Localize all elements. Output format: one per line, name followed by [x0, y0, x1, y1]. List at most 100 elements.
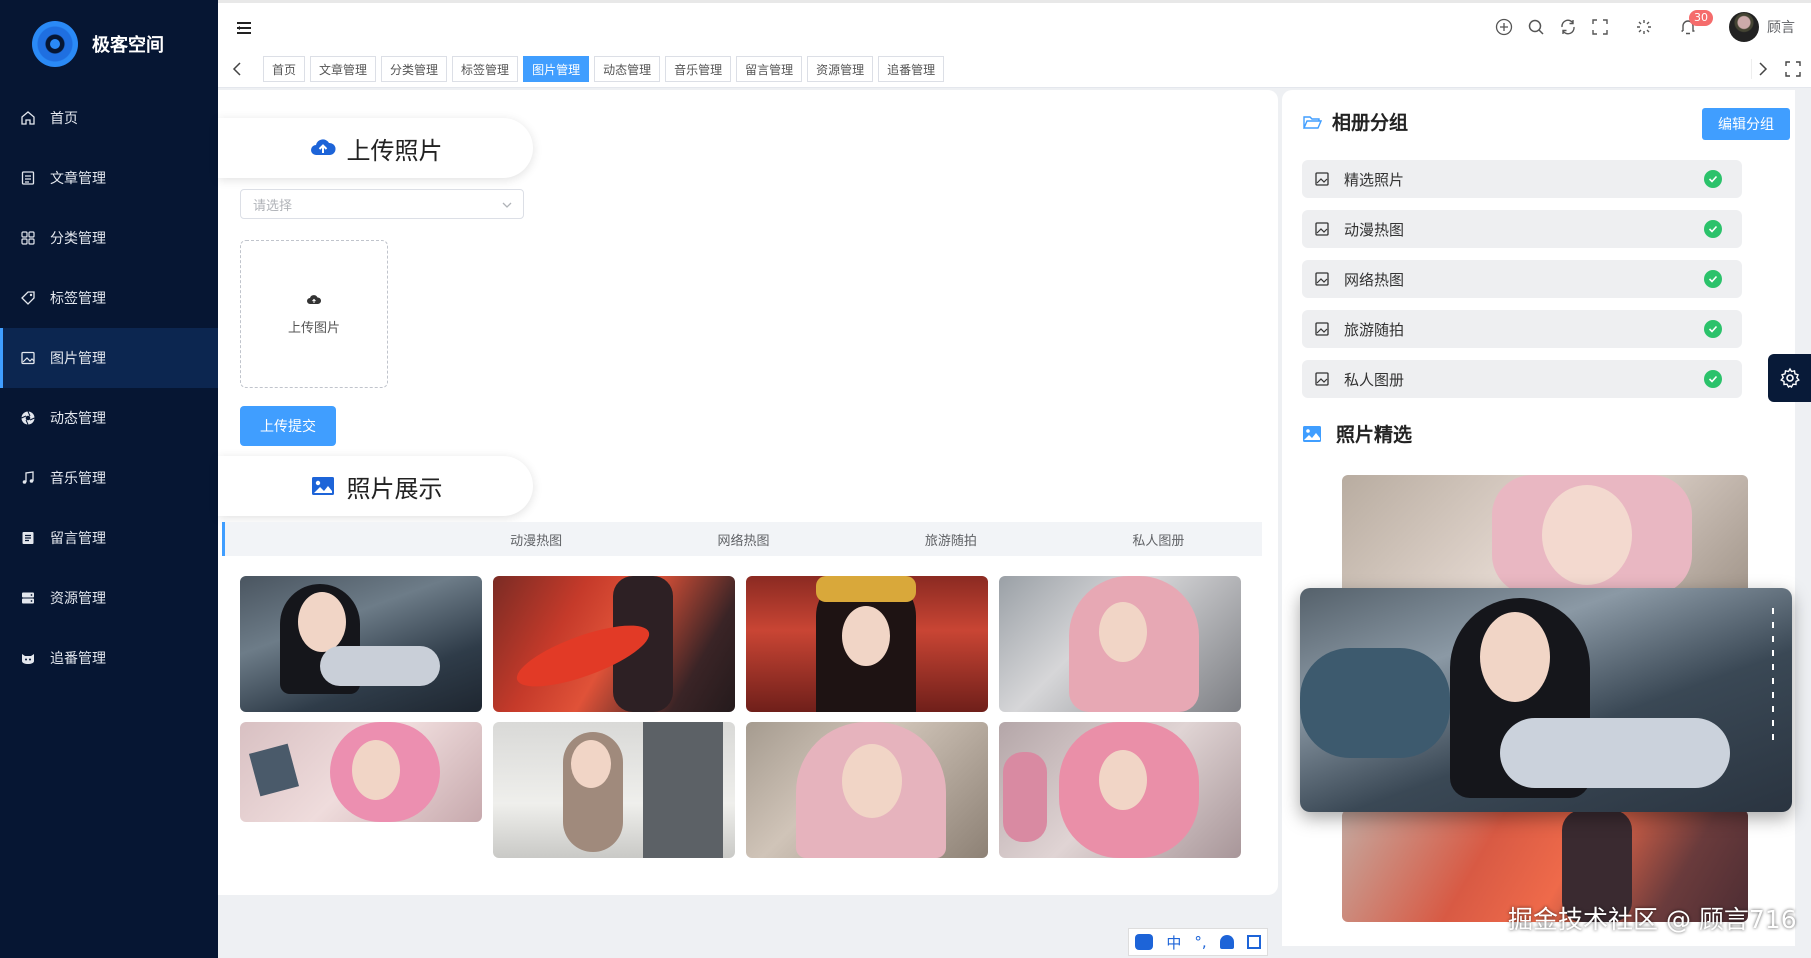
sidebar-item-messages[interactable]: 留言管理 — [0, 508, 218, 568]
chevron-down-icon — [502, 202, 512, 208]
display-title: 照片展示 — [346, 474, 443, 503]
category-tab-anime[interactable]: 动漫热图 — [432, 522, 639, 556]
tab-music[interactable]: 音乐管理 — [665, 56, 732, 82]
message-icon — [20, 530, 36, 546]
album-groups-header: 相册分组 — [1302, 108, 1408, 135]
tab-home[interactable]: 首页 — [263, 56, 306, 82]
edit-groups-button[interactable]: 编辑分组 — [1702, 108, 1790, 140]
sidebar-item-label: 图片管理 — [50, 351, 106, 367]
sidebar-nav: 首页 文章管理 分类管理 标签管理 图片管理 动态管理 音乐管理 留言管理 资源… — [0, 88, 218, 688]
check-circle-icon — [1704, 270, 1722, 288]
carousel-photo-back-top[interactable] — [1342, 475, 1748, 595]
album-item-label: 私人图册 — [1344, 370, 1405, 389]
search-icon[interactable] — [1525, 16, 1547, 38]
album-item-label: 动漫热图 — [1344, 220, 1405, 239]
check-circle-icon — [1704, 220, 1722, 238]
sidebar-item-label: 分类管理 — [50, 231, 106, 247]
album-item-anime[interactable]: 动漫热图 — [1302, 210, 1742, 248]
album-item-web[interactable]: 网络热图 — [1302, 260, 1742, 298]
album-item-label: 精选照片 — [1344, 170, 1405, 189]
expand-icon[interactable] — [1783, 59, 1803, 79]
gallery-photo-6[interactable] — [493, 722, 735, 858]
sidebar-item-label: 动态管理 — [50, 411, 106, 427]
refresh-icon[interactable] — [1557, 16, 1579, 38]
gallery-photo-5[interactable] — [240, 722, 482, 822]
gallery-photo-7[interactable] — [746, 722, 988, 858]
sidebar-item-articles[interactable]: 文章管理 — [0, 148, 218, 208]
tab-tags[interactable]: 标签管理 — [452, 56, 519, 82]
article-icon — [20, 170, 36, 186]
sidebar-item-home[interactable]: 首页 — [0, 88, 218, 148]
sidebar-item-resources[interactable]: 资源管理 — [0, 568, 218, 628]
album-item-private[interactable]: 私人图册 — [1302, 360, 1742, 398]
category-icon — [20, 230, 36, 246]
image-icon — [1315, 322, 1329, 336]
tab-images[interactable]: 图片管理 — [523, 56, 590, 82]
ime-mode[interactable]: 中 — [1166, 932, 1181, 953]
album-item-featured[interactable]: 精选照片 — [1302, 160, 1742, 198]
gallery-photo-3[interactable] — [746, 576, 988, 712]
bell-icon[interactable]: 30 — [1677, 10, 1713, 38]
logo[interactable]: 极客空间 — [0, 0, 218, 88]
music-icon — [20, 470, 36, 486]
tab-moments[interactable]: 动态管理 — [594, 56, 661, 82]
menu-toggle-icon[interactable] — [234, 18, 254, 38]
picture-icon — [1303, 425, 1321, 442]
gallery-photo-2[interactable] — [493, 576, 735, 712]
category-tab-private[interactable]: 私人图册 — [1055, 522, 1262, 556]
check-circle-icon — [1704, 170, 1722, 188]
paw-icon[interactable] — [1135, 934, 1154, 950]
sidebar-item-music[interactable]: 音乐管理 — [0, 448, 218, 508]
album-item-label: 旅游随拍 — [1344, 320, 1405, 339]
upload-dropzone[interactable]: 上传图片 — [240, 240, 388, 388]
gallery-photo-4[interactable] — [999, 576, 1241, 712]
user-name[interactable]: 顾言 — [1767, 17, 1795, 37]
grid-icon[interactable] — [1246, 935, 1261, 949]
category-tab-travel[interactable]: 旅游随拍 — [847, 522, 1054, 556]
submit-upload-button[interactable]: 上传提交 — [240, 406, 336, 446]
gallery-photo-1[interactable] — [240, 576, 482, 712]
add-circle-icon[interactable] — [1493, 16, 1515, 38]
category-tab-featured[interactable]: 精选照片 — [225, 522, 432, 556]
tab-articles[interactable]: 文章管理 — [310, 56, 377, 82]
category-tab-web[interactable]: 网络热图 — [640, 522, 847, 556]
chevron-left-icon[interactable] — [228, 59, 248, 79]
cloud-upload-icon — [310, 139, 336, 155]
sidebar-item-label: 文章管理 — [50, 171, 106, 187]
check-circle-icon — [1704, 320, 1722, 338]
sidebar-item-categories[interactable]: 分类管理 — [0, 208, 218, 268]
chevron-right-icon[interactable] — [1751, 59, 1771, 79]
album-item-travel[interactable]: 旅游随拍 — [1302, 310, 1742, 348]
sidebar-item-label: 标签管理 — [50, 291, 106, 307]
settings-gear-icon[interactable] — [1768, 354, 1811, 402]
logo-icon — [32, 21, 78, 67]
cat-icon — [20, 650, 36, 666]
gallery-photo-8[interactable] — [999, 722, 1241, 858]
header-tools: 30 顾言 — [1483, 10, 1795, 42]
sidebar-item-label: 追番管理 — [50, 651, 106, 667]
image-icon — [20, 350, 36, 366]
sidebar-item-tags[interactable]: 标签管理 — [0, 268, 218, 328]
loading-icon[interactable] — [1633, 16, 1655, 38]
sidebar: 极客空间 首页 文章管理 分类管理 标签管理 图片管理 动态管理 音乐管理 留言… — [0, 0, 218, 958]
carousel-photo-front[interactable] — [1300, 588, 1792, 812]
featured-title: 照片精选 — [1336, 424, 1413, 446]
upload-section-title: 上传照片 — [218, 118, 533, 178]
album-select[interactable]: 请选择 — [240, 189, 524, 219]
upload-label: 上传图片 — [287, 320, 340, 336]
tab-anime[interactable]: 追番管理 — [878, 56, 945, 82]
album-groups-title: 相册分组 — [1332, 112, 1409, 134]
sidebar-item-moments[interactable]: 动态管理 — [0, 388, 218, 448]
fullscreen-icon[interactable] — [1589, 16, 1611, 38]
check-circle-icon — [1704, 370, 1722, 388]
tab-messages[interactable]: 留言管理 — [736, 56, 803, 82]
image-icon — [1315, 272, 1329, 286]
sidebar-item-anime[interactable]: 追番管理 — [0, 628, 218, 688]
sidebar-item-images[interactable]: 图片管理 — [0, 328, 218, 388]
tab-categories[interactable]: 分类管理 — [381, 56, 448, 82]
avatar[interactable] — [1729, 12, 1759, 42]
tab-resources[interactable]: 资源管理 — [807, 56, 874, 82]
aperture-icon — [20, 410, 36, 426]
skin-icon[interactable] — [1219, 935, 1234, 949]
punctuation-icon[interactable]: °, — [1194, 933, 1206, 951]
